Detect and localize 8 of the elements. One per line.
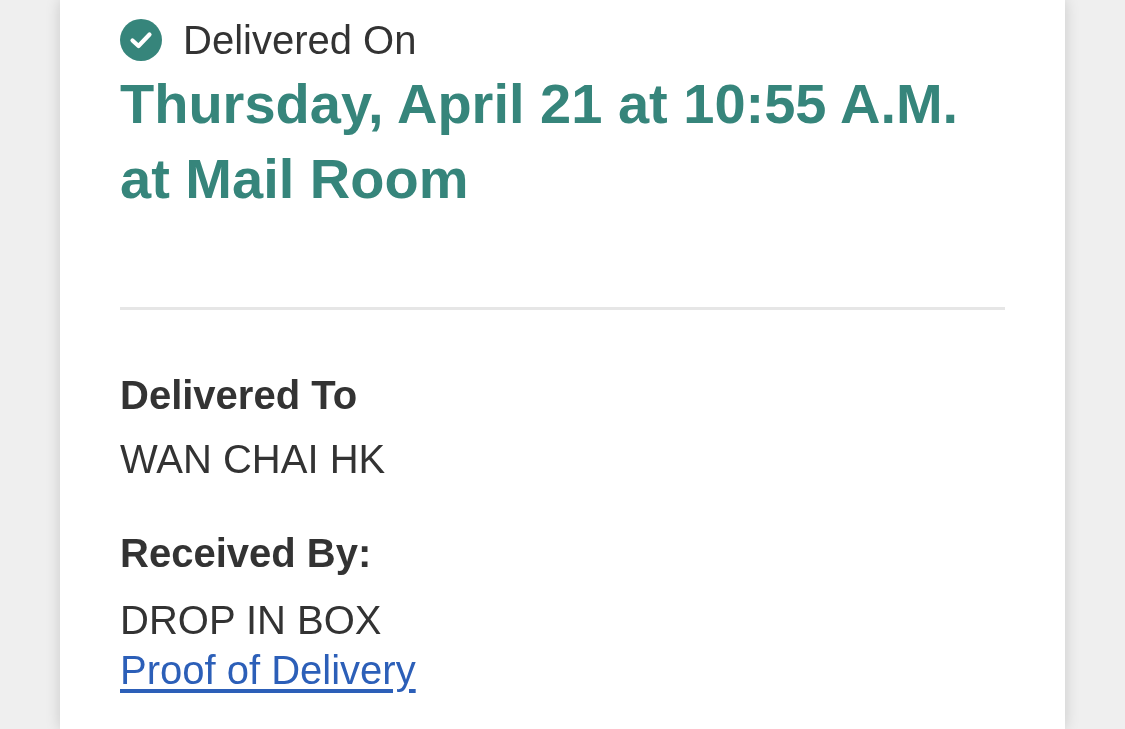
detail-value: DROP IN BOX [120, 597, 383, 644]
detail-label: Delivered To [120, 372, 359, 419]
delivery-datetime: Thursday, April 21 at 10:55 A.M. at Mail Room [120, 71, 960, 212]
detail-value: WAN CHAI HK [120, 436, 387, 483]
detail-label: Received By: [120, 530, 373, 577]
proof-of-delivery-link[interactable]: Proof of Delivery [120, 646, 416, 694]
status-label: Delivered On [183, 17, 417, 63]
check-circle-icon [120, 19, 162, 61]
